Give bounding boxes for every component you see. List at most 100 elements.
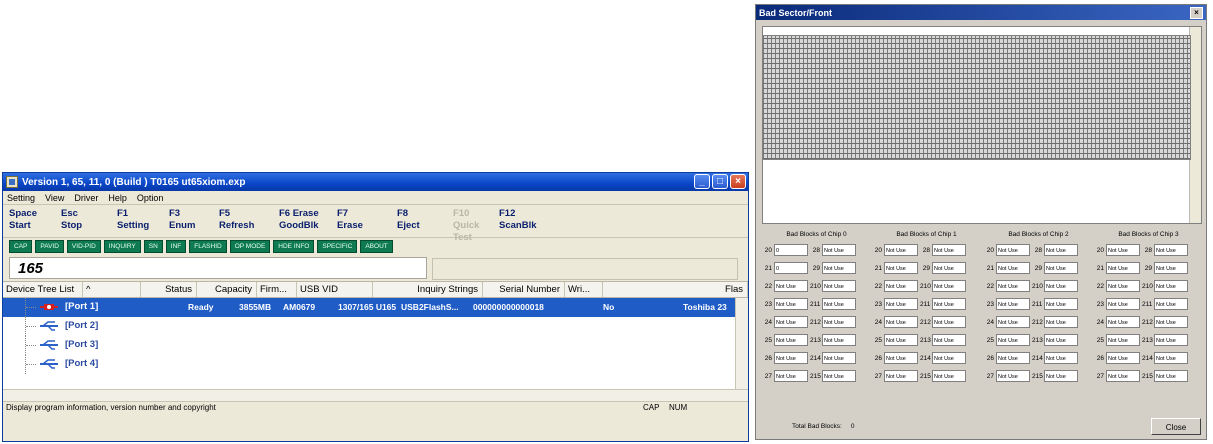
col-serial[interactable]: Serial Number (483, 282, 565, 297)
bad-block-field[interactable]: Not Use (774, 316, 808, 328)
bad-block-field[interactable]: Not Use (996, 244, 1030, 256)
bad-block-field[interactable]: Not Use (932, 370, 966, 382)
bad-block-field[interactable]: Not Use (774, 334, 808, 346)
bad-block-field[interactable]: Not Use (1044, 298, 1078, 310)
bad-block-field[interactable]: Not Use (932, 280, 966, 292)
bad-block-field[interactable]: Not Use (1106, 316, 1140, 328)
bad-block-field[interactable]: Not Use (884, 280, 918, 292)
bad-block-field[interactable]: Not Use (884, 316, 918, 328)
device-row[interactable]: [Port 4] (3, 355, 748, 374)
tag-inquiry[interactable]: INQUIRY (103, 240, 141, 253)
bad-block-field[interactable]: Not Use (884, 298, 918, 310)
bad-block-field[interactable]: Not Use (1154, 244, 1188, 256)
bad-block-field[interactable]: Not Use (932, 262, 966, 274)
col-usb-vid[interactable]: USB VID (297, 282, 373, 297)
bad-block-field[interactable]: Not Use (1044, 280, 1078, 292)
device-list-hscroll[interactable] (3, 389, 748, 401)
col-inquiry[interactable]: Inquiry Strings (373, 282, 483, 297)
bad-block-field[interactable]: Not Use (1044, 244, 1078, 256)
bad-block-field[interactable]: Not Use (1106, 352, 1140, 364)
bad-block-field[interactable]: Not Use (1154, 370, 1188, 382)
bad-block-field[interactable]: Not Use (1106, 280, 1140, 292)
col-status[interactable]: Status (141, 282, 197, 297)
tag-pavid[interactable]: PAVID (35, 240, 64, 253)
col-sort[interactable]: ^ (83, 282, 141, 297)
bad-block-field[interactable]: Not Use (822, 352, 856, 364)
col-capacity[interactable]: Capacity (197, 282, 257, 297)
menu-driver[interactable]: Driver (74, 193, 98, 203)
close-button[interactable]: × (730, 174, 746, 189)
bad-block-field[interactable]: Not Use (1044, 352, 1078, 364)
tag-vid-pid[interactable]: VID-PID (66, 240, 101, 253)
bad-block-field[interactable]: Not Use (1044, 262, 1078, 274)
bad-block-field[interactable]: Not Use (932, 316, 966, 328)
bad-block-field[interactable]: Not Use (932, 352, 966, 364)
bad-block-field[interactable]: Not Use (884, 370, 918, 382)
menu-view[interactable]: View (45, 193, 64, 203)
tag-inf[interactable]: INF (165, 240, 187, 253)
bad-block-field[interactable]: Not Use (884, 262, 918, 274)
device-row[interactable]: [Port 3] (3, 336, 748, 355)
bad-block-field[interactable]: Not Use (822, 244, 856, 256)
bad-block-field[interactable]: Not Use (822, 298, 856, 310)
enum-button[interactable]: F3 Enum (169, 205, 219, 237)
bad-block-field[interactable]: Not Use (996, 370, 1030, 382)
bad-block-field[interactable]: Not Use (1044, 316, 1078, 328)
bad-block-field[interactable]: Not Use (774, 298, 808, 310)
bad-block-field[interactable]: Not Use (822, 370, 856, 382)
bad-block-field[interactable]: Not Use (1106, 262, 1140, 274)
bad-block-field[interactable]: Not Use (1106, 370, 1140, 382)
setting-button[interactable]: F1 Setting (117, 205, 169, 237)
bad-block-field[interactable]: Not Use (1154, 298, 1188, 310)
bad-block-field[interactable]: Not Use (996, 352, 1030, 364)
tag-op-mode[interactable]: OP MODE (229, 240, 271, 253)
tag-hde-info[interactable]: HDE INFO (273, 240, 315, 253)
bad-block-field[interactable]: Not Use (1044, 334, 1078, 346)
bad-block-field[interactable]: Not Use (774, 370, 808, 382)
bad-block-field[interactable]: Not Use (1154, 280, 1188, 292)
bad-block-field[interactable]: Not Use (1106, 334, 1140, 346)
bad-block-field[interactable]: Not Use (932, 244, 966, 256)
bad-block-field[interactable]: Not Use (996, 316, 1030, 328)
tag-specific[interactable]: SPECIFIC (317, 240, 358, 253)
bad-block-field[interactable]: Not Use (1154, 352, 1188, 364)
maximize-button[interactable]: □ (712, 174, 728, 189)
bad-block-field[interactable]: Not Use (996, 262, 1030, 274)
refresh-button[interactable]: F5 Refresh (219, 205, 279, 237)
tag-cap[interactable]: CAP (9, 240, 33, 253)
bad-block-field[interactable]: Not Use (1106, 244, 1140, 256)
device-list-vscroll[interactable] (735, 298, 748, 389)
erase-goodblk-button[interactable]: F6 Erase GoodBlk (279, 205, 337, 237)
stop-button[interactable]: Esc Stop (61, 205, 117, 237)
bad-block-field[interactable]: Not Use (1154, 334, 1188, 346)
bad-block-close-icon[interactable]: × (1190, 7, 1203, 19)
bad-block-field[interactable]: 0 (774, 262, 808, 274)
bad-block-field[interactable]: Not Use (884, 334, 918, 346)
bad-block-field[interactable]: Not Use (884, 352, 918, 364)
menu-setting[interactable]: Setting (7, 193, 35, 203)
start-button[interactable]: Space Start (9, 205, 61, 237)
device-row[interactable]: [Port 1] Ready 3855MB AM0679 1307/165 U1… (3, 298, 748, 317)
erase-button[interactable]: F7 Erase (337, 205, 397, 237)
bad-block-field[interactable]: Not Use (1154, 316, 1188, 328)
bad-block-field[interactable]: Not Use (822, 316, 856, 328)
bad-block-field[interactable]: Not Use (1154, 262, 1188, 274)
bad-block-field[interactable]: Not Use (1044, 370, 1078, 382)
bad-block-field[interactable]: Not Use (932, 334, 966, 346)
col-flash[interactable]: Flas (603, 282, 748, 297)
bad-block-field[interactable]: Not Use (884, 244, 918, 256)
bad-block-field[interactable]: Not Use (1106, 298, 1140, 310)
bad-block-field[interactable]: Not Use (774, 352, 808, 364)
bad-block-field[interactable]: Not Use (996, 334, 1030, 346)
tag-sn[interactable]: SN (143, 240, 163, 253)
device-row[interactable]: [Port 2] (3, 317, 748, 336)
bad-block-field[interactable]: Not Use (822, 280, 856, 292)
menu-option[interactable]: Option (137, 193, 164, 203)
menu-help[interactable]: Help (108, 193, 127, 203)
bad-block-field[interactable]: Not Use (774, 280, 808, 292)
col-write[interactable]: Wri... (565, 282, 603, 297)
main-title-bar[interactable]: Version 1, 65, 11, 0 (Build ) T0165 ut65… (3, 173, 748, 191)
bad-block-field[interactable]: Not Use (822, 262, 856, 274)
bad-block-title-bar[interactable]: Bad Sector/Front × (756, 5, 1206, 20)
bad-block-field[interactable]: Not Use (822, 334, 856, 346)
